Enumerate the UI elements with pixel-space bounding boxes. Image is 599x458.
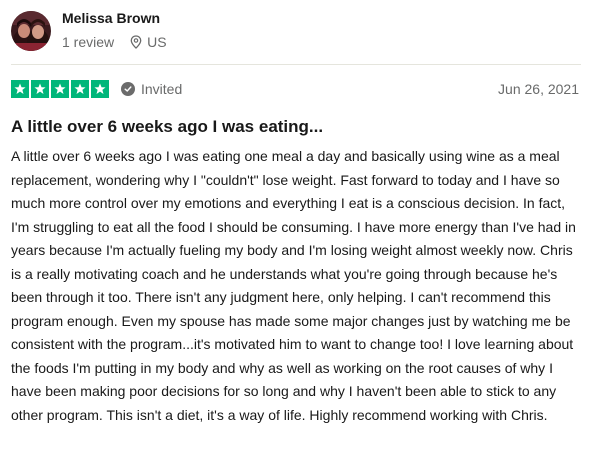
star-icon — [11, 80, 29, 98]
location-pin-icon — [130, 35, 142, 49]
reviewer-info: Melissa Brown 1 review US — [62, 10, 167, 50]
star-icon — [51, 80, 69, 98]
rating-row: Invited Jun 26, 2021 — [11, 80, 581, 98]
star-rating — [11, 80, 111, 98]
invited-label[interactable]: Invited — [121, 80, 182, 98]
reviewer-meta: 1 review US — [62, 34, 167, 50]
reviewer-header: Melissa Brown 1 review US — [11, 10, 167, 51]
check-circle-icon — [121, 82, 135, 96]
star-icon — [71, 80, 89, 98]
reviewer-name[interactable]: Melissa Brown — [62, 10, 167, 26]
star-icon — [31, 80, 49, 98]
reviewer-country: US — [147, 34, 167, 50]
review-count: 1 review — [62, 34, 115, 50]
header-divider — [11, 64, 581, 65]
star-icon — [91, 80, 109, 98]
review-date: Jun 26, 2021 — [498, 81, 579, 97]
reviewer-avatar[interactable] — [11, 11, 51, 51]
review-title[interactable]: A little over 6 weeks ago I was eating..… — [11, 117, 323, 137]
review-card: Melissa Brown 1 review US Invited Jun 26… — [0, 0, 599, 458]
invited-text: Invited — [141, 81, 183, 97]
review-body: A little over 6 weeks ago I was eating o… — [11, 148, 576, 423]
